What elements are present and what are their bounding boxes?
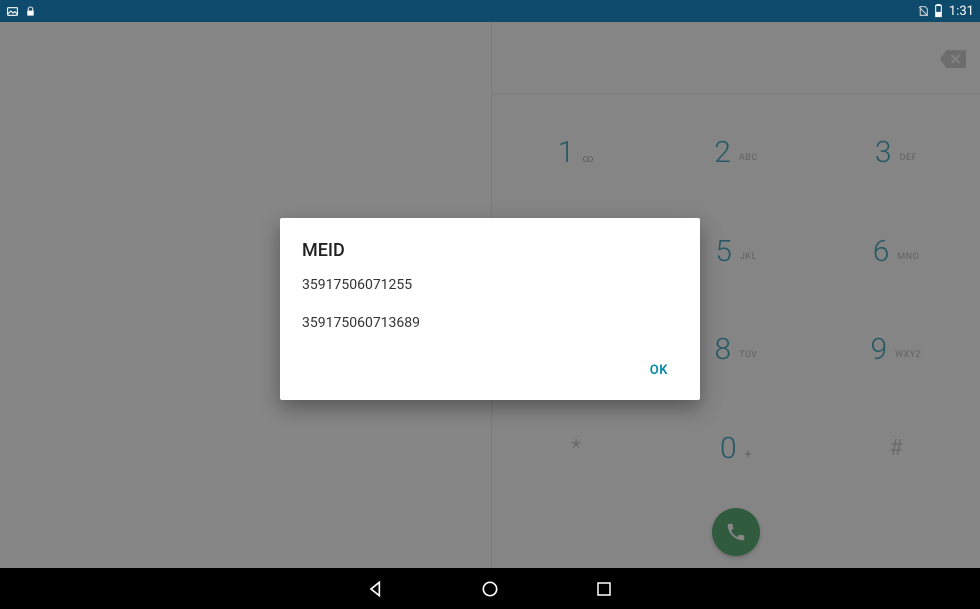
meid-dialog: MEID 35917506071255 359175060713689 OK bbox=[280, 218, 700, 400]
back-button[interactable] bbox=[364, 577, 388, 601]
lock-icon bbox=[25, 5, 36, 18]
status-bar: 1:31 bbox=[0, 0, 980, 22]
status-left bbox=[6, 5, 36, 18]
no-sim-icon bbox=[917, 5, 930, 18]
status-clock: 1:31 bbox=[949, 4, 974, 19]
screenshot-icon bbox=[6, 5, 19, 18]
battery-icon bbox=[934, 4, 943, 18]
navigation-bar bbox=[0, 568, 980, 609]
status-right: 1:31 bbox=[917, 4, 974, 19]
dialog-actions: OK bbox=[302, 353, 678, 390]
meid-value-2: 359175060713689 bbox=[302, 315, 678, 331]
ok-button[interactable]: OK bbox=[640, 357, 678, 384]
meid-value-1: 35917506071255 bbox=[302, 277, 678, 293]
dialog-title: MEID bbox=[302, 240, 678, 261]
recents-button[interactable] bbox=[592, 577, 616, 601]
home-button[interactable] bbox=[478, 577, 502, 601]
